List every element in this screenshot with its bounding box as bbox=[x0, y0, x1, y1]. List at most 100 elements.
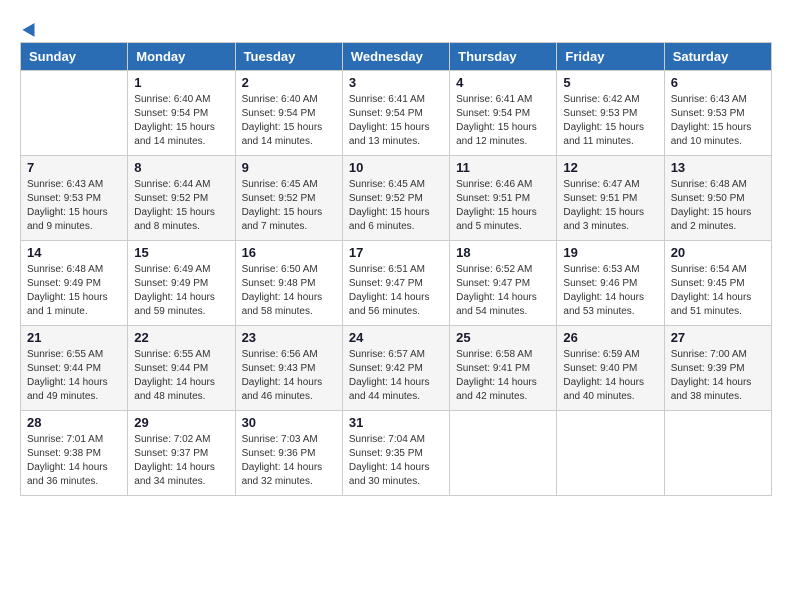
calendar-cell: 11 Sunrise: 6:46 AMSunset: 9:51 PMDayligh… bbox=[450, 156, 557, 241]
day-number: 27 bbox=[671, 330, 765, 345]
day-info: Sunrise: 6:57 AMSunset: 9:42 PMDaylight:… bbox=[349, 348, 443, 404]
header-saturday: Saturday bbox=[664, 43, 771, 71]
day-number: 18 bbox=[456, 245, 550, 260]
day-number: 1 bbox=[134, 75, 228, 90]
calendar-cell: 13 Sunrise: 6:48 AMSunset: 9:50 PMDayligh… bbox=[664, 156, 771, 241]
day-info: Sunrise: 7:01 AMSunset: 9:38 PMDaylight:… bbox=[27, 433, 121, 489]
calendar-cell bbox=[21, 71, 128, 156]
calendar-table: SundayMondayTuesdayWednesdayThursdayFrid… bbox=[20, 42, 772, 496]
day-info: Sunrise: 6:52 AMSunset: 9:47 PMDaylight:… bbox=[456, 263, 550, 319]
calendar-cell: 21 Sunrise: 6:55 AMSunset: 9:44 PMDayligh… bbox=[21, 326, 128, 411]
day-number: 26 bbox=[563, 330, 657, 345]
calendar-cell bbox=[557, 411, 664, 496]
day-number: 5 bbox=[563, 75, 657, 90]
day-number: 17 bbox=[349, 245, 443, 260]
day-number: 10 bbox=[349, 160, 443, 175]
day-info: Sunrise: 6:53 AMSunset: 9:46 PMDaylight:… bbox=[563, 263, 657, 319]
day-info: Sunrise: 6:59 AMSunset: 9:40 PMDaylight:… bbox=[563, 348, 657, 404]
calendar-cell: 4 Sunrise: 6:41 AMSunset: 9:54 PMDaylight… bbox=[450, 71, 557, 156]
day-info: Sunrise: 6:41 AMSunset: 9:54 PMDaylight:… bbox=[456, 93, 550, 149]
logo bbox=[20, 20, 40, 34]
calendar-header-row: SundayMondayTuesdayWednesdayThursdayFrid… bbox=[21, 43, 772, 71]
day-info: Sunrise: 6:55 AMSunset: 9:44 PMDaylight:… bbox=[27, 348, 121, 404]
calendar-week-row: 21 Sunrise: 6:55 AMSunset: 9:44 PMDayligh… bbox=[21, 326, 772, 411]
day-info: Sunrise: 6:55 AMSunset: 9:44 PMDaylight:… bbox=[134, 348, 228, 404]
day-number: 22 bbox=[134, 330, 228, 345]
day-number: 12 bbox=[563, 160, 657, 175]
calendar-cell: 17 Sunrise: 6:51 AMSunset: 9:47 PMDayligh… bbox=[342, 241, 449, 326]
day-number: 21 bbox=[27, 330, 121, 345]
day-number: 20 bbox=[671, 245, 765, 260]
day-info: Sunrise: 7:00 AMSunset: 9:39 PMDaylight:… bbox=[671, 348, 765, 404]
day-info: Sunrise: 6:44 AMSunset: 9:52 PMDaylight:… bbox=[134, 178, 228, 234]
day-info: Sunrise: 6:50 AMSunset: 9:48 PMDaylight:… bbox=[242, 263, 336, 319]
day-number: 24 bbox=[349, 330, 443, 345]
calendar-cell: 30 Sunrise: 7:03 AMSunset: 9:36 PMDayligh… bbox=[235, 411, 342, 496]
calendar-cell: 22 Sunrise: 6:55 AMSunset: 9:44 PMDayligh… bbox=[128, 326, 235, 411]
day-info: Sunrise: 6:48 AMSunset: 9:49 PMDaylight:… bbox=[27, 263, 121, 319]
day-number: 29 bbox=[134, 415, 228, 430]
day-number: 3 bbox=[349, 75, 443, 90]
calendar-cell: 1 Sunrise: 6:40 AMSunset: 9:54 PMDaylight… bbox=[128, 71, 235, 156]
header-monday: Monday bbox=[128, 43, 235, 71]
day-info: Sunrise: 6:48 AMSunset: 9:50 PMDaylight:… bbox=[671, 178, 765, 234]
day-info: Sunrise: 6:42 AMSunset: 9:53 PMDaylight:… bbox=[563, 93, 657, 149]
day-number: 28 bbox=[27, 415, 121, 430]
calendar-week-row: 7 Sunrise: 6:43 AMSunset: 9:53 PMDaylight… bbox=[21, 156, 772, 241]
day-number: 25 bbox=[456, 330, 550, 345]
day-info: Sunrise: 6:56 AMSunset: 9:43 PMDaylight:… bbox=[242, 348, 336, 404]
day-info: Sunrise: 7:04 AMSunset: 9:35 PMDaylight:… bbox=[349, 433, 443, 489]
calendar-week-row: 1 Sunrise: 6:40 AMSunset: 9:54 PMDaylight… bbox=[21, 71, 772, 156]
day-number: 7 bbox=[27, 160, 121, 175]
calendar-cell: 23 Sunrise: 6:56 AMSunset: 9:43 PMDayligh… bbox=[235, 326, 342, 411]
calendar-cell: 7 Sunrise: 6:43 AMSunset: 9:53 PMDaylight… bbox=[21, 156, 128, 241]
day-info: Sunrise: 6:43 AMSunset: 9:53 PMDaylight:… bbox=[27, 178, 121, 234]
day-number: 8 bbox=[134, 160, 228, 175]
calendar-cell: 9Sunrise: 6:45 AMSunset: 9:52 PMDaylight… bbox=[235, 156, 342, 241]
day-info: Sunrise: 7:02 AMSunset: 9:37 PMDaylight:… bbox=[134, 433, 228, 489]
day-info: Sunrise: 6:40 AMSunset: 9:54 PMDaylight:… bbox=[242, 93, 336, 149]
day-info: Sunrise: 6:51 AMSunset: 9:47 PMDaylight:… bbox=[349, 263, 443, 319]
day-info: Sunrise: 6:43 AMSunset: 9:53 PMDaylight:… bbox=[671, 93, 765, 149]
day-number: 16 bbox=[242, 245, 336, 260]
calendar-cell: 19Sunrise: 6:53 AMSunset: 9:46 PMDayligh… bbox=[557, 241, 664, 326]
day-number: 9 bbox=[242, 160, 336, 175]
day-number: 11 bbox=[456, 160, 550, 175]
calendar-cell: 24 Sunrise: 6:57 AMSunset: 9:42 PMDayligh… bbox=[342, 326, 449, 411]
calendar-week-row: 28 Sunrise: 7:01 AMSunset: 9:38 PMDayligh… bbox=[21, 411, 772, 496]
day-info: Sunrise: 7:03 AMSunset: 9:36 PMDaylight:… bbox=[242, 433, 336, 489]
page-header bbox=[20, 20, 772, 34]
calendar-cell: 16 Sunrise: 6:50 AMSunset: 9:48 PMDayligh… bbox=[235, 241, 342, 326]
calendar-cell bbox=[450, 411, 557, 496]
calendar-cell: 2 Sunrise: 6:40 AMSunset: 9:54 PMDaylight… bbox=[235, 71, 342, 156]
day-info: Sunrise: 6:46 AMSunset: 9:51 PMDaylight:… bbox=[456, 178, 550, 234]
day-number: 23 bbox=[242, 330, 336, 345]
day-info: Sunrise: 6:54 AMSunset: 9:45 PMDaylight:… bbox=[671, 263, 765, 319]
day-number: 13 bbox=[671, 160, 765, 175]
calendar-cell: 25 Sunrise: 6:58 AMSunset: 9:41 PMDayligh… bbox=[450, 326, 557, 411]
calendar-cell: 20 Sunrise: 6:54 AMSunset: 9:45 PMDayligh… bbox=[664, 241, 771, 326]
day-number: 2 bbox=[242, 75, 336, 90]
day-info: Sunrise: 6:58 AMSunset: 9:41 PMDaylight:… bbox=[456, 348, 550, 404]
calendar-cell: 10 Sunrise: 6:45 AMSunset: 9:52 PMDayligh… bbox=[342, 156, 449, 241]
calendar-cell: 14 Sunrise: 6:48 AMSunset: 9:49 PMDayligh… bbox=[21, 241, 128, 326]
logo-bird-icon bbox=[22, 20, 40, 38]
calendar-cell: 29 Sunrise: 7:02 AMSunset: 9:37 PMDayligh… bbox=[128, 411, 235, 496]
day-number: 14 bbox=[27, 245, 121, 260]
day-info: Sunrise: 6:49 AMSunset: 9:49 PMDaylight:… bbox=[134, 263, 228, 319]
header-tuesday: Tuesday bbox=[235, 43, 342, 71]
day-number: 15 bbox=[134, 245, 228, 260]
calendar-cell: 18 Sunrise: 6:52 AMSunset: 9:47 PMDayligh… bbox=[450, 241, 557, 326]
header-thursday: Thursday bbox=[450, 43, 557, 71]
header-wednesday: Wednesday bbox=[342, 43, 449, 71]
day-number: 30 bbox=[242, 415, 336, 430]
calendar-cell: 5 Sunrise: 6:42 AMSunset: 9:53 PMDaylight… bbox=[557, 71, 664, 156]
calendar-cell: 28 Sunrise: 7:01 AMSunset: 9:38 PMDayligh… bbox=[21, 411, 128, 496]
header-friday: Friday bbox=[557, 43, 664, 71]
day-number: 4 bbox=[456, 75, 550, 90]
calendar-cell: 8 Sunrise: 6:44 AMSunset: 9:52 PMDaylight… bbox=[128, 156, 235, 241]
day-number: 6 bbox=[671, 75, 765, 90]
day-info: Sunrise: 6:47 AMSunset: 9:51 PMDaylight:… bbox=[563, 178, 657, 234]
day-info: Sunrise: 6:40 AMSunset: 9:54 PMDaylight:… bbox=[134, 93, 228, 149]
day-info: Sunrise: 6:45 AMSunset: 9:52 PMDaylight:… bbox=[349, 178, 443, 234]
